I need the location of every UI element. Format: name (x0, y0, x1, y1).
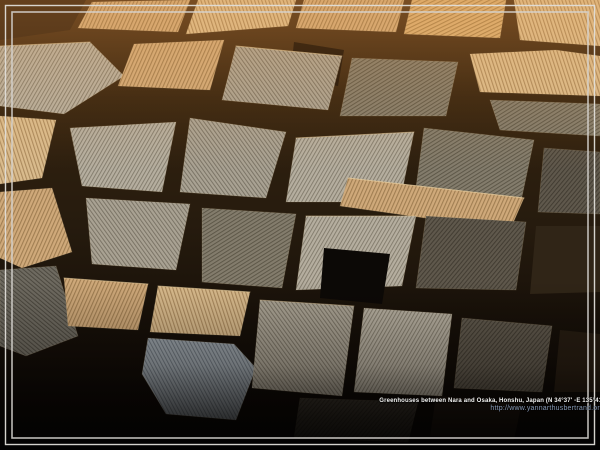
greenhouse-plot (202, 208, 296, 288)
desktop-wallpaper: Greenhouses between Nara and Osaka, Hons… (0, 0, 600, 450)
photo-greenhouses-aerial (0, 0, 600, 450)
warm-light-overlay (0, 0, 600, 170)
greenhouse-plot (416, 216, 526, 290)
shadow-overlay (0, 280, 600, 450)
greenhouse-plot (86, 198, 190, 270)
photo-credit-url: http://www.yannarthusbertrand.org (490, 405, 600, 412)
photo-caption: Greenhouses between Nara and Osaka, Hons… (379, 398, 600, 405)
